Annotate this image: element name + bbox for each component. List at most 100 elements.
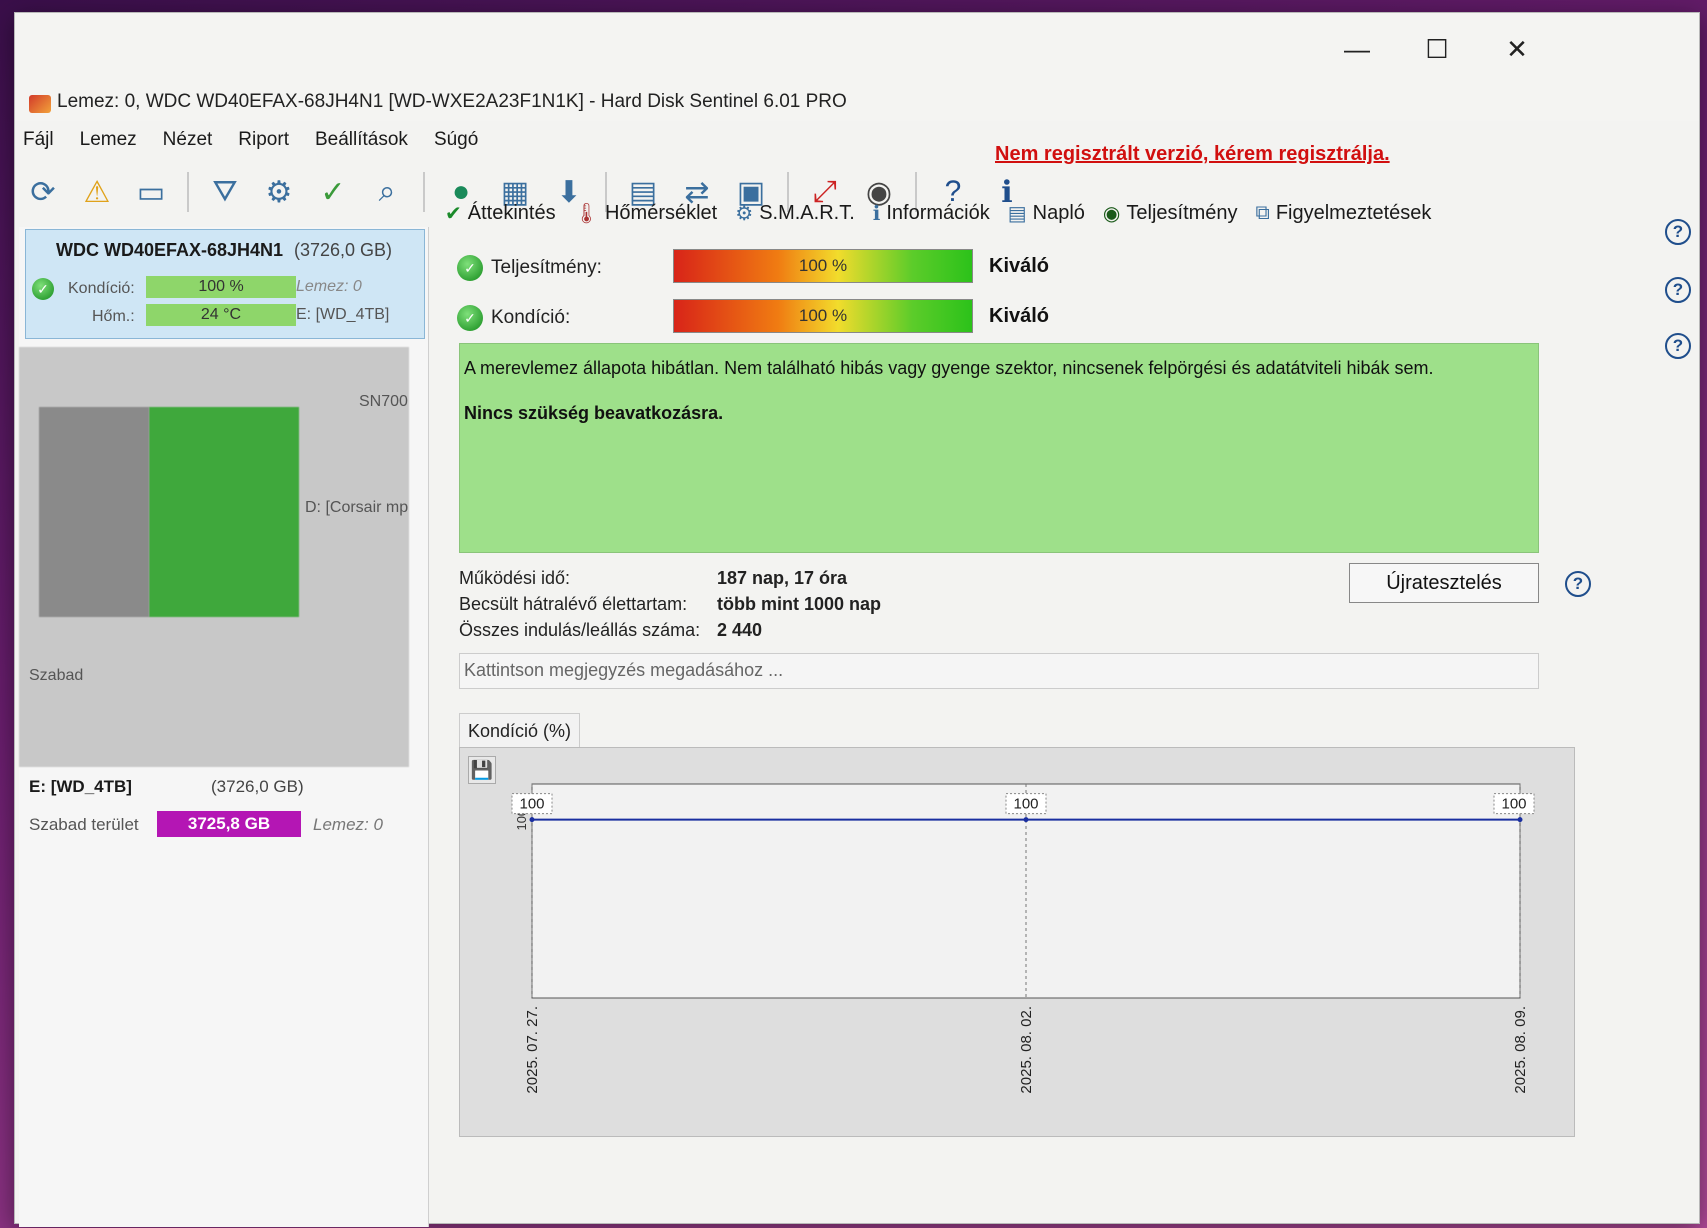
note-input[interactable]: Kattintson megjegyzés megadásához ... [459, 653, 1539, 689]
close-button[interactable]: ✕ [1497, 33, 1537, 65]
condition-rating: Kiváló [989, 305, 1050, 327]
retest-button[interactable]: Újratesztelés [1349, 563, 1539, 603]
partial-model-text: SN700 [359, 393, 408, 410]
test-icon[interactable]: ⚙ [257, 170, 301, 214]
tab-information[interactable]: ℹ Információk [873, 201, 990, 226]
test-check-icon[interactable]: ✓ [311, 170, 355, 214]
performance-bar: 100 % [673, 249, 973, 283]
disk-index: Lemez: 0 [296, 278, 362, 295]
tab-alerts[interactable]: ⧉ Figyelmeztetések [1256, 201, 1432, 226]
test-search-icon[interactable]: ⌕ [365, 170, 409, 214]
status-description: A merevlemez állapota hibátlan. Nem talá… [464, 358, 1434, 378]
tab-overview[interactable]: ✔ Áttekintés [445, 201, 556, 226]
help-icon[interactable]: ? [1665, 333, 1691, 359]
refresh-icon[interactable]: ⟳ [21, 170, 65, 214]
tab-smart[interactable]: ⚙ S.M.A.R.T. [735, 201, 855, 226]
lifetime-value: több mint 1000 nap [717, 593, 882, 614]
partial-volume-text: D: [Corsair mp [305, 499, 409, 516]
starts-label: Összes indulás/leállás száma: [459, 619, 701, 640]
disk-size: (3726,0 GB) [294, 240, 393, 260]
lifetime-row: Becsült hátralévő élettartam: több mint 1… [459, 591, 881, 617]
condition-label: Kondíció: [491, 307, 571, 328]
disk-volume-ref: E: [WD_4TB] [296, 306, 390, 323]
menu-settings[interactable]: Beállítások [315, 129, 408, 161]
performance-ok-icon: ✓ [457, 255, 483, 281]
data-label: 100 [519, 796, 544, 813]
toolbar-separator [187, 172, 189, 212]
x-tick-label: 2025. 08. 02. [1018, 1006, 1035, 1094]
disk-name: WDC WD40EFAX-68JH4N1 [56, 240, 284, 260]
status-ok-icon: ✓ [32, 278, 54, 300]
title-bar: Lemez: 0, WDC WD40EFAX-68JH4N1 [WD-WXE2A… [15, 13, 1699, 121]
tab-overview-label: Áttekintés [467, 202, 556, 224]
info-grid: Működési idő: 187 nap, 17 óra Becsült hát… [459, 565, 881, 643]
condition-bar: 100 % [673, 299, 973, 333]
menu-bar: Fájl Lemez Nézet Riport Beállítások Súgó [23, 129, 478, 161]
scan-icon[interactable]: ⛛ [203, 170, 247, 214]
tab-bar: ✔ Áttekintés 🌡 Hőmérséklet ⚙ S.M.A.R.T. ℹ In… [445, 201, 1431, 226]
redacted-gray-region [39, 407, 149, 617]
check-icon: ✔ [445, 203, 462, 225]
alert-icon[interactable]: ⚠ [75, 170, 119, 214]
tab-performance-label: Teljesítmény [1126, 202, 1238, 224]
data-point [1023, 817, 1029, 823]
uptime-row: Működési idő: 187 nap, 17 óra [459, 565, 881, 591]
toolbar-separator [423, 172, 425, 212]
save-icon[interactable]: 💾 [468, 756, 496, 784]
help-icon[interactable]: ? [1665, 277, 1691, 303]
condition-chart-area: 💾 100 100 100 100 2025. 07. 27. 2025. 08. 02.… [459, 747, 1575, 1137]
data-point [529, 817, 535, 823]
performance-rating: Kiváló [989, 255, 1050, 277]
tab-temperature-label: Hőmérséklet [604, 202, 718, 224]
chart-tab-condition[interactable]: Kondíció (%) [459, 713, 581, 747]
redacted-green-region [149, 407, 299, 617]
starts-value: 2 440 [717, 619, 763, 640]
data-label: 100 [1013, 796, 1038, 813]
x-tick-label: 2025. 08. 09. [1512, 1006, 1529, 1094]
tab-performance[interactable]: ◉ Teljesítmény [1103, 201, 1238, 226]
tab-log[interactable]: ▤ Napló [1008, 201, 1085, 226]
menu-disk[interactable]: Lemez [80, 129, 137, 161]
status-message-box: A merevlemez állapota hibátlan. Nem talá… [459, 343, 1539, 553]
temperature-label: Hőm.: [92, 308, 135, 325]
maximize-button[interactable]: ☐ [1417, 33, 1457, 65]
disk-icon[interactable]: ▭ [129, 170, 173, 214]
x-tick-label: 2025. 07. 27. [524, 1006, 541, 1094]
overview-panel: ✔ Áttekintés 🌡 Hőmérséklet ⚙ S.M.A.R.T. ℹ In… [445, 193, 1695, 1223]
condition-ok-icon: ✓ [457, 305, 483, 331]
starts-row: Összes indulás/leállás száma: 2 440 [459, 617, 881, 643]
partial-free-text: Szabad [29, 667, 84, 684]
register-link[interactable]: Nem regisztrált verzió, kérem regisztrál… [995, 143, 1390, 166]
info-tab-icon: ℹ [872, 203, 881, 225]
gauge-icon: ◉ [1102, 203, 1121, 225]
volume-name: E: [WD_4TB] [29, 777, 132, 796]
volume-size: (3726,0 GB) [211, 777, 304, 796]
menu-view[interactable]: Nézet [163, 129, 213, 161]
free-space-bar: 3725,8 GB [157, 811, 301, 837]
menu-help[interactable]: Súgó [434, 129, 478, 161]
status-recommendation: Nincs szükség beavatkozásra. [464, 403, 724, 423]
volume-disk-index: Lemez: 0 [313, 815, 383, 834]
tab-temperature[interactable]: 🌡 Hőmérséklet [574, 201, 718, 226]
alerts-icon: ⧉ [1255, 202, 1270, 224]
menu-report[interactable]: Riport [238, 129, 289, 161]
performance-label: Teljesítmény: [491, 257, 602, 278]
tab-log-label: Napló [1032, 202, 1085, 224]
data-label: 100 [1501, 796, 1526, 813]
condition-bar: 100 % [146, 276, 296, 298]
data-point [1517, 817, 1523, 823]
log-icon: ▤ [1007, 203, 1027, 225]
window-title: Lemez: 0, WDC WD40EFAX-68JH4N1 [WD-WXE2A… [57, 91, 847, 112]
condition-chart: 100100 100 1002025. 07. 27. 2025. 08. 02. 20… [511, 783, 1535, 1094]
minimize-button[interactable]: — [1337, 33, 1377, 65]
smart-icon: ⚙ [735, 203, 754, 225]
help-icon[interactable]: ? [1665, 219, 1691, 245]
condition-label: Kondíció: [68, 280, 135, 297]
lifetime-label: Becsült hátralévő élettartam: [459, 593, 688, 614]
help-icon[interactable]: ? [1565, 571, 1591, 597]
menu-file[interactable]: Fájl [23, 129, 54, 161]
app-logo-icon [29, 95, 51, 113]
tab-alerts-label: Figyelmeztetések [1275, 202, 1432, 224]
disk-card-selected[interactable]: WDC WD40EFAX-68JH4N1 (3726,0 GB) ✓ Kondí… [25, 229, 425, 339]
tab-smart-label: S.M.A.R.T. [759, 202, 855, 224]
